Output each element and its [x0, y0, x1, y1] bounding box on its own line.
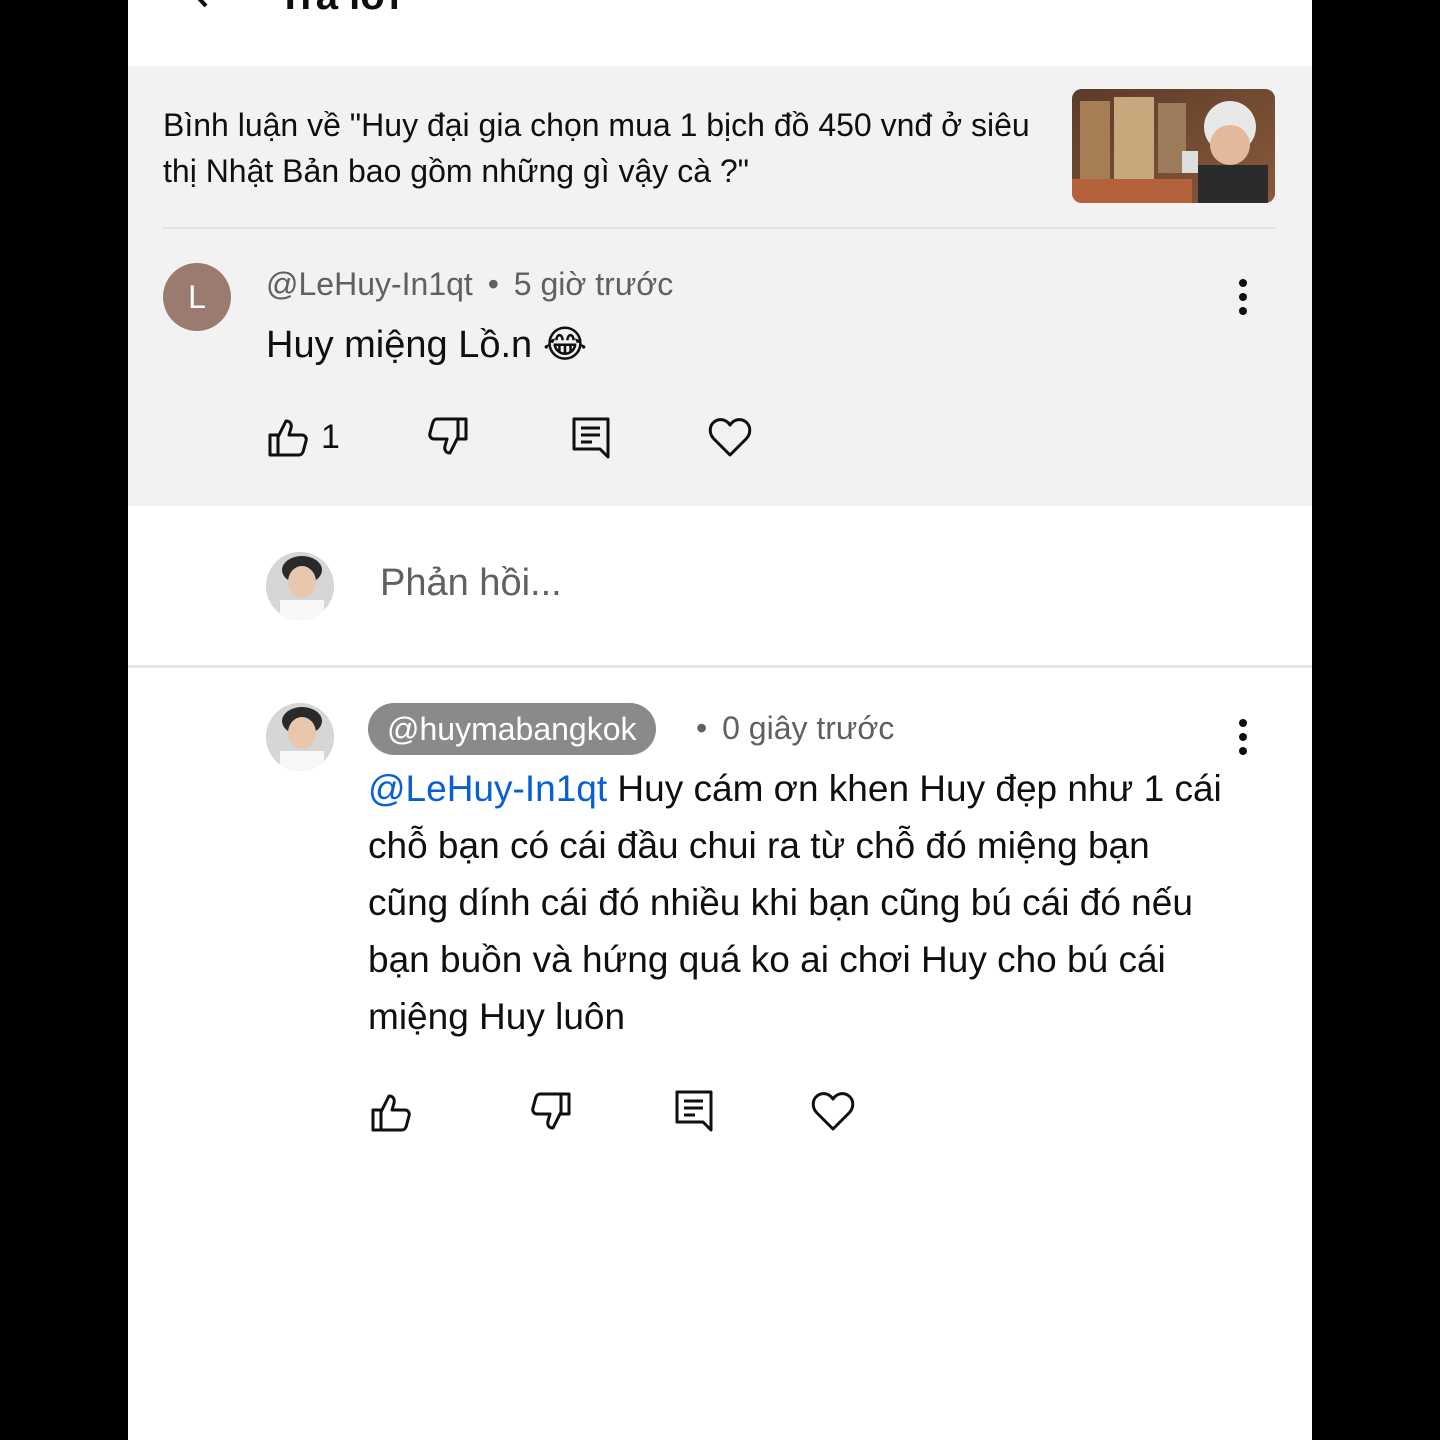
more-icon[interactable] [1216, 0, 1256, 6]
comment-menu-icon[interactable] [1233, 278, 1253, 318]
parent-comment-block: Bình luận về "Huy đại gia chọn mua 1 bịc… [128, 66, 1312, 506]
divider [163, 227, 1276, 229]
reply-author-avatar[interactable] [266, 703, 334, 771]
reply-menu-icon[interactable] [1233, 718, 1253, 758]
user-avatar-image [266, 552, 334, 620]
app-screen: Trả lời Bình luận về "Huy đại gia chọn m… [128, 0, 1312, 1440]
reply-author-avatar-image [266, 703, 334, 771]
video-context-title[interactable]: Bình luận về "Huy đại gia chọn mua 1 bịc… [163, 102, 1043, 194]
like-icon[interactable] [369, 1090, 413, 1134]
divider [128, 665, 1312, 668]
reply-meta: • 0 giây trước [690, 710, 894, 747]
search-icon[interactable] [1106, 0, 1146, 6]
comment-meta: @LeHuy-In1qt • 5 giờ trước [266, 266, 673, 303]
reply-input[interactable]: Phản hồi... [380, 562, 562, 605]
app-bar: Trả lời [128, 0, 1312, 66]
thumbnail-image [1072, 89, 1275, 203]
reply-icon[interactable] [673, 1088, 717, 1132]
reply-author-chip[interactable]: @huymabangkok [368, 703, 656, 755]
avatar[interactable]: L [163, 263, 231, 331]
comment-text: Huy miệng Lồ.n 😂 [266, 324, 588, 366]
playlist-icon[interactable] [948, 0, 988, 6]
like-count: 1 [321, 418, 340, 456]
heart-icon[interactable] [811, 1089, 855, 1133]
heart-icon[interactable] [708, 415, 752, 459]
comment-time: 5 giờ trước [513, 266, 674, 302]
reply-text: @LeHuy-In1qt Huy cám ơn khen Huy đẹp như… [368, 760, 1238, 1045]
video-thumbnail[interactable] [1072, 89, 1275, 203]
meta-separator: • [487, 266, 499, 302]
reply-icon[interactable] [570, 415, 614, 459]
dislike-icon[interactable] [529, 1090, 573, 1134]
dislike-icon[interactable] [426, 415, 470, 459]
comment-author[interactable]: @LeHuy-In1qt [266, 266, 473, 302]
mention-link[interactable]: @LeHuy-In1qt [368, 768, 607, 809]
user-avatar[interactable] [266, 552, 334, 620]
meta-separator: • [696, 710, 708, 746]
back-icon[interactable] [186, 0, 216, 8]
like-icon[interactable] [266, 415, 310, 459]
reply-time: 0 giây trước [722, 710, 895, 746]
page-title: Trả lời [278, 0, 400, 19]
